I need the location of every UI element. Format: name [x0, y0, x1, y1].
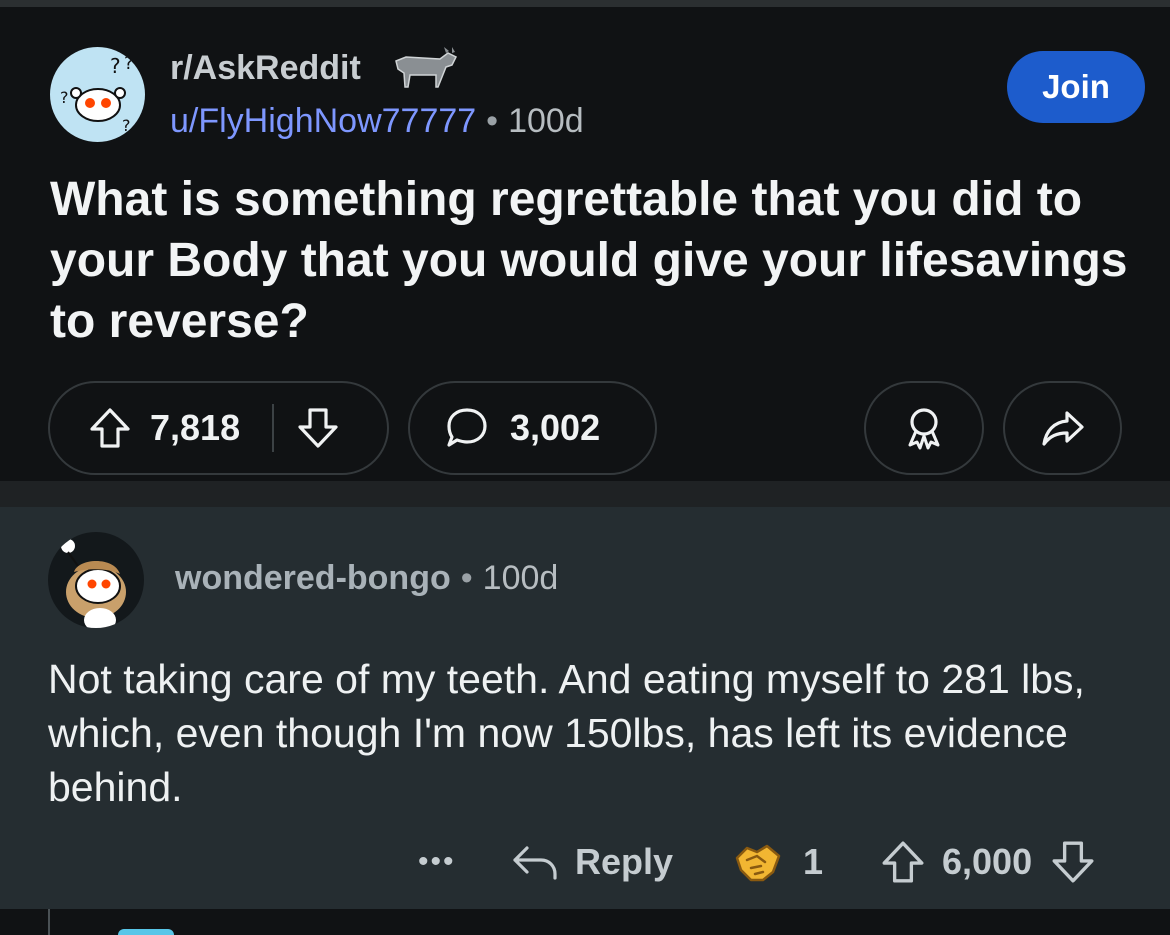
comment-author[interactable]: wondered-bongo	[175, 559, 451, 597]
upvote-button[interactable]	[88, 406, 132, 450]
comment-count: 3,002	[510, 407, 601, 448]
meta-separator: •	[460, 559, 473, 597]
svg-text:?: ?	[60, 88, 69, 107]
join-button[interactable]: Join	[1007, 51, 1145, 123]
post-age: 100d	[508, 102, 584, 140]
svg-text:?: ?	[124, 53, 134, 74]
comment-body[interactable]: Not taking care of my teeth. And eating …	[48, 652, 1138, 814]
award-button[interactable]	[864, 381, 984, 475]
svg-text:?: ?	[122, 116, 131, 135]
downvote-icon	[298, 408, 338, 448]
comment-award[interactable]: 1	[733, 832, 823, 892]
user-avatar-icon	[61, 539, 126, 628]
comment-score: 6,000	[942, 841, 1033, 882]
reply-button[interactable]: Reply	[511, 832, 673, 892]
award-count: 1	[803, 841, 824, 882]
subreddit-name[interactable]: r/AskReddit	[170, 49, 361, 88]
post-title[interactable]: What is something regrettable that you d…	[50, 169, 1130, 352]
vote-separator	[272, 404, 275, 452]
comment-meta: wondered-bongo • 100d	[175, 559, 558, 598]
comment-card: wondered-bongo • 100d Not taking care of m…	[0, 507, 1170, 909]
upvote-icon	[882, 841, 924, 883]
comments-button[interactable]: 3,002	[408, 381, 657, 475]
next-comment-area	[0, 909, 1170, 935]
comment-age: 100d	[482, 559, 559, 597]
vote-pill: 7,818	[48, 381, 389, 475]
post-meta: u/FlyHighNow77777 • 100d	[170, 102, 584, 141]
snoo-avatar-icon: ? ? ? ?	[60, 53, 134, 135]
more-options-button[interactable]: •••	[418, 832, 456, 892]
meta-separator: •	[486, 102, 499, 140]
avatar[interactable]	[48, 532, 144, 628]
share-button[interactable]	[1003, 381, 1122, 475]
thread-line	[48, 909, 50, 935]
next-avatar	[118, 929, 174, 935]
comment-upvote-button[interactable]	[880, 839, 926, 885]
share-icon	[1041, 411, 1084, 446]
downvote-button[interactable]	[296, 406, 340, 450]
section-divider	[0, 481, 1170, 507]
comment-icon	[447, 408, 487, 447]
donkey-icon	[390, 47, 460, 89]
handshake-award-icon	[735, 844, 781, 882]
post-card: ? ? ? ? r/AskReddit u/FlyHighNow77777 • 10…	[0, 7, 1170, 481]
post-score: 7,818	[150, 407, 241, 448]
reply-icon	[513, 846, 557, 880]
comment-downvote-button[interactable]	[1050, 839, 1096, 885]
subreddit-avatar[interactable]: ? ? ? ?	[50, 47, 145, 142]
comment-vote: 6,000	[880, 832, 1096, 892]
reply-label: Reply	[575, 841, 674, 882]
svg-text:?: ?	[110, 54, 121, 78]
award-icon	[908, 408, 940, 450]
author-link[interactable]: u/FlyHighNow77777	[170, 102, 476, 140]
comment-actions: ••• Reply 1 6,000	[0, 832, 1170, 892]
top-divider	[0, 0, 1170, 7]
downvote-icon	[1052, 841, 1094, 883]
upvote-icon	[90, 408, 130, 448]
